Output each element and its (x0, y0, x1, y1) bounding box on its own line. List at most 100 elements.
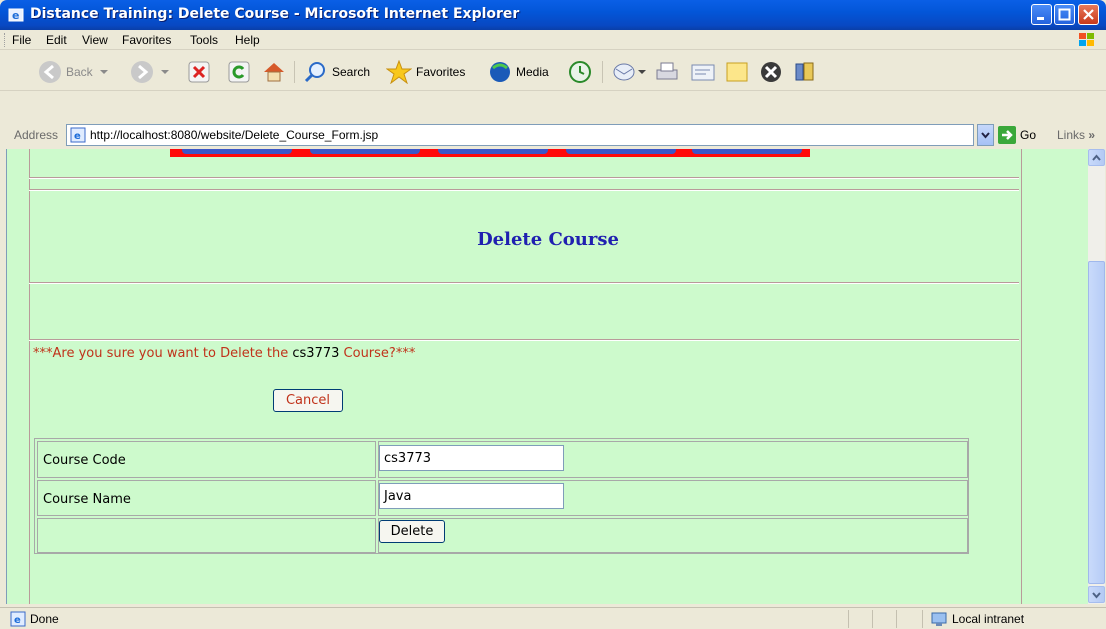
menu-bar: File Edit View Favorites Tools Help (0, 30, 1106, 50)
title-bar: e Distance Training: Delete Course - Mic… (0, 0, 1106, 30)
windows-logo-icon (1078, 32, 1096, 51)
chevron-down-icon (981, 132, 990, 139)
course-code-label: Course Code (43, 453, 126, 468)
minimize-button[interactable] (1031, 4, 1052, 25)
scroll-thumb[interactable] (1088, 261, 1105, 584)
edit-page-icon (691, 64, 715, 81)
cancel-button[interactable]: Cancel (273, 389, 343, 412)
chevron-down-icon (99, 70, 108, 74)
nav-button[interactable] (310, 149, 420, 154)
vertical-scrollbar[interactable] (1088, 149, 1105, 604)
status-text: Done (30, 612, 59, 626)
svg-text:e: e (14, 615, 21, 626)
divider (29, 177, 1019, 179)
messenger-icon (761, 62, 781, 82)
media-icon (490, 62, 510, 82)
note-icon (726, 62, 748, 82)
mail-icon (613, 63, 635, 81)
chevron-down-icon (638, 70, 646, 74)
confirm-prefix: ***Are you sure you want to Delete the (33, 346, 293, 361)
mail-button[interactable] (612, 58, 646, 86)
confirm-suffix: Course?*** (339, 346, 416, 361)
search-icon (304, 62, 325, 83)
menu-edit[interactable]: Edit (46, 33, 67, 47)
maximize-button[interactable] (1054, 4, 1075, 25)
favorites-label: Favorites (416, 65, 466, 79)
course-name-field[interactable]: Java (379, 483, 564, 509)
table-cell (378, 518, 968, 553)
address-url: http://localhost:8080/website/Delete_Cou… (90, 128, 379, 142)
scroll-up-button[interactable] (1088, 149, 1105, 166)
home-button[interactable] (262, 58, 286, 86)
ie-icon: e (8, 7, 24, 23)
edit-button[interactable] (690, 58, 716, 86)
frame-border-right (1021, 149, 1022, 604)
back-arrow-icon (39, 61, 61, 83)
page-done-icon: e (10, 611, 26, 627)
address-input[interactable]: e http://localhost:8080/website/Delete_C… (66, 124, 974, 146)
frame-border-left (29, 149, 30, 604)
table-cell: Course Code (37, 441, 376, 478)
menu-tools[interactable]: Tools (190, 33, 218, 47)
standard-toolbar: Back Search Favorites Media (0, 51, 1106, 123)
scroll-down-button[interactable] (1088, 586, 1105, 603)
address-dropdown-button[interactable] (977, 124, 994, 146)
chevron-down-icon (1092, 592, 1101, 599)
refresh-icon (228, 61, 250, 83)
svg-text:e: e (74, 131, 81, 142)
menu-help[interactable]: Help (235, 33, 260, 47)
media-label: Media (516, 65, 549, 79)
window-title: Distance Training: Delete Course - Micro… (30, 6, 520, 22)
discuss-button[interactable] (724, 58, 750, 86)
go-label: Go (1020, 128, 1037, 142)
history-button[interactable] (568, 58, 592, 86)
table-cell: Course Name (37, 480, 376, 516)
toolbar-grip[interactable] (4, 33, 7, 47)
local-intranet-icon (931, 612, 947, 626)
research-icon (795, 62, 814, 81)
research-button[interactable] (792, 58, 818, 86)
forward-button[interactable] (130, 58, 170, 86)
divider (29, 189, 1019, 191)
favorites-button[interactable]: Favorites (386, 58, 465, 86)
go-button[interactable]: Go (998, 126, 1036, 144)
media-button[interactable]: Media (488, 58, 549, 86)
search-button[interactable]: Search (304, 58, 370, 86)
nav-button[interactable] (692, 149, 802, 154)
printer-icon (656, 62, 678, 80)
history-icon (569, 61, 591, 83)
page-viewport: Delete Course ***Are you sure you want t… (6, 149, 1088, 604)
menu-file[interactable]: File (12, 33, 31, 47)
course-name-label: Course Name (43, 492, 131, 507)
nav-button[interactable] (438, 149, 548, 154)
chevron-down-icon (161, 70, 169, 74)
chevron-up-icon (1092, 154, 1101, 161)
messenger-button[interactable] (758, 58, 784, 86)
stop-button[interactable] (188, 58, 210, 86)
svg-text:e: e (12, 9, 19, 22)
table-cell (37, 518, 376, 553)
nav-button[interactable] (566, 149, 676, 154)
menu-view[interactable]: View (82, 33, 108, 47)
search-label: Search (332, 65, 371, 79)
security-zone: Local intranet (952, 612, 1025, 626)
back-button[interactable]: Back (38, 58, 109, 86)
delete-button[interactable]: Delete (379, 520, 445, 543)
refresh-button[interactable] (228, 58, 250, 86)
star-icon (386, 60, 412, 84)
divider (29, 339, 1019, 341)
confirm-course-code: cs3773 (292, 346, 340, 361)
forward-arrow-icon (131, 61, 153, 83)
nav-strip (170, 149, 810, 157)
print-button[interactable] (654, 58, 680, 86)
back-label: Back (66, 65, 93, 79)
close-button[interactable] (1078, 4, 1099, 25)
page-icon: e (70, 127, 86, 143)
course-code-field[interactable]: cs3773 (379, 445, 564, 471)
confirm-message: ***Are you sure you want to Delete the c… (33, 346, 415, 361)
links-label: Links (1057, 128, 1086, 142)
menu-favorites[interactable]: Favorites (122, 33, 171, 47)
stop-icon (188, 61, 210, 83)
nav-button[interactable] (182, 149, 292, 154)
links-toolbar[interactable]: Links » (1057, 128, 1095, 142)
